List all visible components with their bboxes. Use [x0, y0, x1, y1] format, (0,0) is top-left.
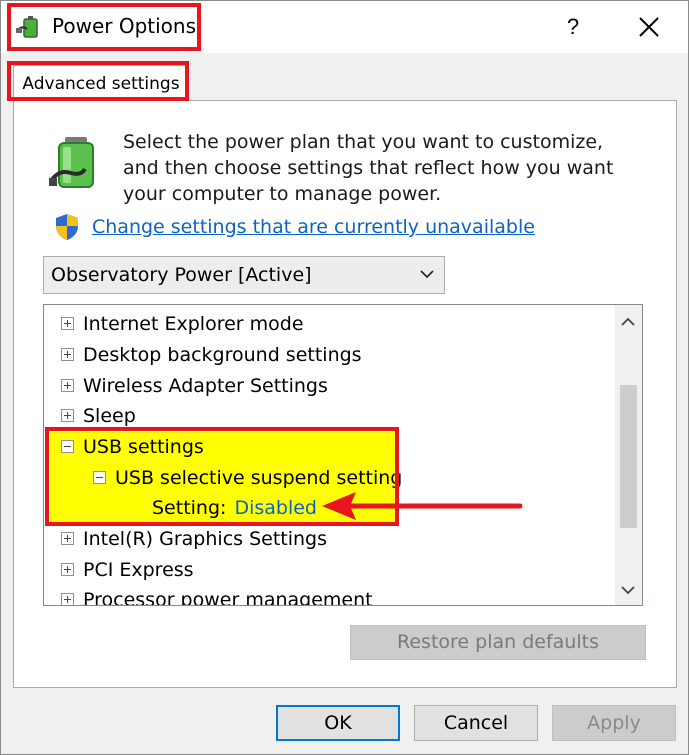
expand-plus-icon[interactable] [61, 562, 74, 576]
vertical-scrollbar[interactable] [615, 305, 642, 605]
expand-plus-icon[interactable] [61, 347, 74, 361]
power-plan-dropdown[interactable]: Observatory Power [Active] [43, 256, 445, 294]
restore-plan-defaults-button[interactable]: Restore plan defaults [350, 625, 646, 660]
scroll-up-icon[interactable] [621, 317, 635, 327]
tree-item[interactable]: Internet Explorer mode [61, 309, 304, 340]
tree-item[interactable]: PCI Express [61, 555, 194, 586]
tree-item[interactable]: Desktop background settings [61, 340, 362, 371]
power-options-dialog: Power Options ? Advanced settings Select… [0, 0, 689, 755]
cancel-button[interactable]: Cancel [414, 705, 538, 741]
scroll-down-icon[interactable] [621, 585, 635, 595]
expand-plus-icon[interactable] [61, 531, 74, 545]
expand-plus-icon[interactable] [61, 408, 74, 422]
annotation-box-title [7, 3, 201, 51]
expand-plus-icon[interactable] [61, 378, 74, 392]
change-unavailable-settings-link[interactable]: Change settings that are currently unava… [92, 216, 535, 238]
tree-item[interactable]: Processor power management [61, 585, 373, 605]
close-icon[interactable] [631, 9, 667, 45]
expand-plus-icon[interactable] [61, 316, 74, 330]
expand-plus-icon[interactable] [61, 592, 74, 605]
annotation-box-tab [7, 61, 189, 101]
chevron-down-icon [420, 270, 434, 279]
tree-item[interactable]: Wireless Adapter Settings [61, 371, 328, 402]
tree-item[interactable]: Intel(R) Graphics Settings [61, 524, 327, 555]
apply-button[interactable]: Apply [552, 705, 676, 741]
help-button[interactable]: ? [557, 9, 589, 45]
description-text: Select the power plan that you want to c… [123, 131, 614, 205]
annotation-box-usb [45, 427, 399, 526]
scrollbar-thumb[interactable] [620, 385, 637, 528]
battery-plug-icon [49, 137, 94, 188]
power-plan-value: Observatory Power [Active] [51, 264, 312, 286]
ok-button[interactable]: OK [276, 705, 400, 741]
uac-shield-icon [56, 214, 78, 240]
